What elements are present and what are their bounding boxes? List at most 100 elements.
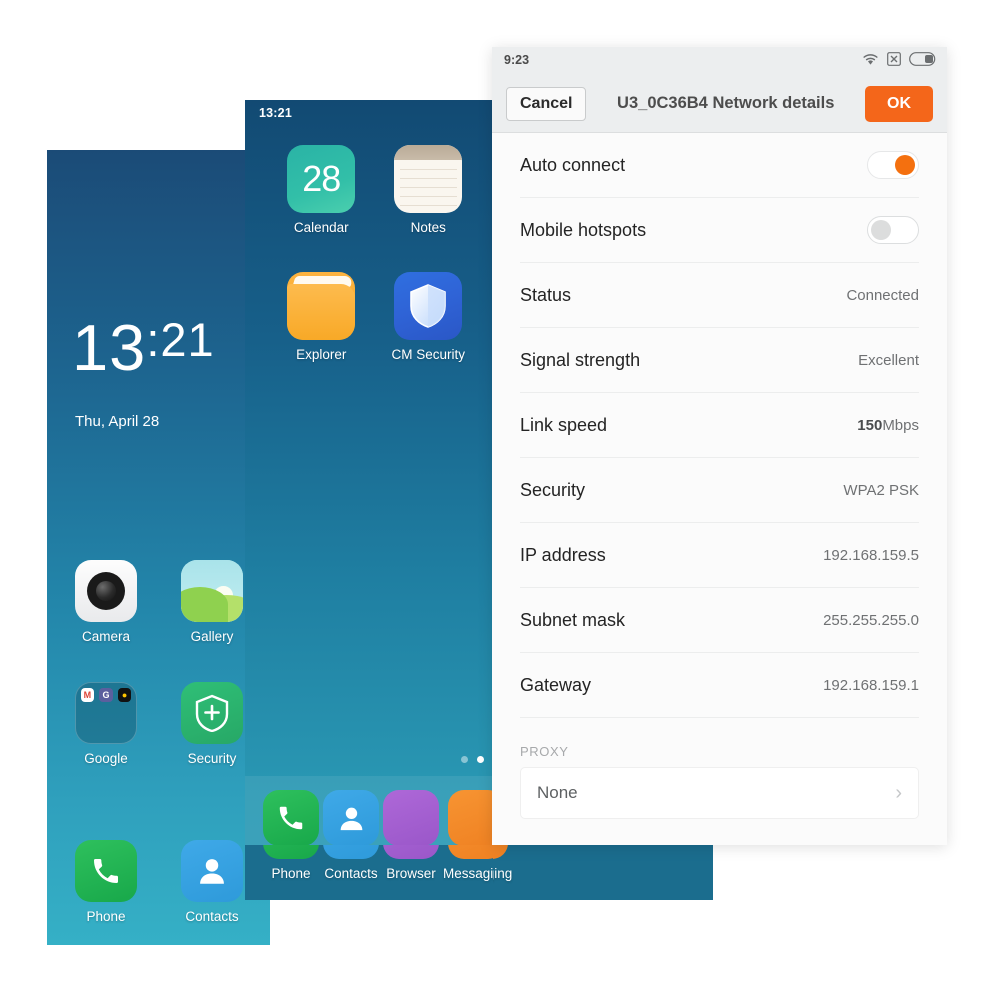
row-link-speed: Link speed 150Mbps [520, 393, 919, 458]
row-value: Connected [846, 286, 919, 304]
lockscreen-minutes: 21 [160, 313, 215, 366]
cancel-button[interactable]: Cancel [506, 86, 587, 121]
panel-titlebar: Cancel U3_0C36B4 Network details OK [492, 75, 947, 133]
row-value-number: 150 [857, 416, 883, 434]
dock-app-phone-overflow[interactable]: Phone [263, 845, 319, 881]
shield-plus-icon [181, 682, 243, 744]
app-label: Gallery [190, 629, 234, 644]
phone-handset-icon [263, 845, 319, 859]
row-value: 192.168.159.1 [823, 676, 919, 694]
shield-icon [394, 272, 463, 340]
lockscreen-clock: 13:21 [72, 315, 215, 380]
row-ip-address: IP address 192.168.159.5 [520, 523, 919, 588]
folder-icon [287, 272, 356, 340]
app-explorer[interactable]: Explorer [285, 272, 357, 362]
row-label: Subnet mask [520, 609, 626, 630]
network-details-list: Auto connect Mobile hotspots Status Conn… [492, 133, 947, 718]
app-label: Explorer [296, 347, 347, 362]
battery-icon [909, 52, 937, 71]
notes-icon [394, 145, 463, 213]
phone-handset-icon [263, 790, 319, 846]
app-notes[interactable]: Notes [391, 145, 465, 235]
chevron-right-icon: › [895, 782, 902, 804]
app-label: Security [187, 751, 237, 766]
phone-lockscreen: 13:21 Thu, April 28 Camera Gallery M G ●… [47, 150, 270, 945]
row-auto-connect[interactable]: Auto connect [520, 133, 919, 198]
row-value: WPA2 PSK [843, 481, 919, 499]
calendar-icon: 28 [287, 145, 356, 213]
app-gallery[interactable]: Gallery [169, 560, 255, 644]
row-label: Signal strength [520, 349, 641, 370]
app-label: Contacts [185, 909, 239, 924]
row-value: Excellent [858, 351, 919, 369]
row-label: Security [520, 479, 586, 500]
row-signal-strength: Signal strength Excellent [520, 328, 919, 393]
ok-button[interactable]: OK [865, 85, 933, 122]
row-label: Link speed [520, 414, 608, 435]
row-value: 150Mbps [857, 417, 919, 434]
no-signal-icon [887, 52, 901, 71]
gallery-icon [181, 560, 243, 622]
google-folder-icon: M G ● [75, 682, 137, 744]
calendar-day-number: 28 [302, 158, 341, 199]
screenshot-canvas: 13:21 Thu, April 28 Camera Gallery M G ●… [0, 0, 1000, 1000]
app-label: Calendar [293, 220, 349, 235]
app-label: Phone [271, 866, 311, 881]
app-camera[interactable]: Camera [63, 560, 149, 644]
person-icon [181, 840, 243, 902]
proxy-section-label: PROXY [520, 744, 569, 759]
app-google-folder[interactable]: M G ● Google [63, 682, 149, 766]
lockscreen-colon: : [146, 313, 161, 366]
gmail-icon: M [80, 688, 94, 702]
row-label: Auto connect [520, 154, 626, 175]
app-label: Camera [81, 629, 130, 644]
row-value-unit: Mbps [882, 416, 919, 434]
page-dot-1[interactable] [461, 756, 468, 763]
row-label: Status [520, 284, 572, 305]
app-label: Phone [86, 909, 126, 924]
panel-statusbar: 9:23 [492, 47, 947, 75]
statusbar-icons [862, 52, 937, 71]
page-indicator [461, 756, 484, 763]
app-label: Messaging [493, 866, 513, 881]
row-label: IP address [520, 544, 606, 565]
dock-strip-right-continuation: Phone Contacts Browser Messaging [493, 845, 713, 900]
row-mobile-hotspots[interactable]: Mobile hotspots [520, 198, 919, 263]
app-cm-security[interactable]: CM Security [391, 272, 465, 362]
mid-phone-app-grid: 28 Calendar Notes Explorer CM Security [285, 145, 465, 362]
page-title: U3_0C36B4 Network details [617, 94, 835, 112]
lockscreen-date: Thu, April 28 [75, 413, 160, 430]
dock-app-contacts-overflow[interactable]: Contacts [323, 845, 379, 881]
row-subnet-mask: Subnet mask 255.255.255.0 [520, 588, 919, 653]
row-label: Gateway [520, 674, 592, 695]
app-label: Browser [386, 866, 436, 881]
dock-app-messaging-right[interactable]: Messaging [493, 845, 512, 881]
person-icon [323, 790, 379, 846]
phone-homescreen: 13:21 28 Calendar Notes Explorer CM Secu… [245, 100, 493, 900]
row-value: 255.255.255.0 [823, 611, 919, 629]
row-gateway: Gateway 192.168.159.1 [520, 653, 919, 718]
statusbar-time: 13:21 [259, 106, 292, 120]
row-security: Security WPA2 PSK [520, 458, 919, 523]
row-value: 192.168.159.5 [823, 546, 919, 564]
app-calendar[interactable]: 28 Calendar [285, 145, 357, 235]
auto-connect-toggle[interactable] [867, 151, 919, 179]
row-status: Status Connected [520, 263, 919, 328]
app-security[interactable]: Security [169, 682, 255, 766]
mobile-hotspots-toggle[interactable] [867, 216, 919, 244]
app-label: Notes [410, 220, 446, 235]
dock-app-contacts[interactable]: Contacts [169, 840, 255, 924]
phone-handset-icon [75, 840, 137, 902]
lockscreen-hours: 13 [72, 311, 147, 384]
proxy-selector[interactable]: None › [520, 767, 919, 819]
page-dot-2[interactable] [477, 756, 484, 763]
network-details-panel: 9:23 Cancel U3_0C36B4 Network details OK… [492, 47, 947, 845]
dock-row-overflow: Phone Contacts Browser Messaging [263, 845, 508, 881]
google-icon: G [99, 688, 113, 702]
messaging-icon [447, 790, 493, 846]
dock-app-phone[interactable]: Phone [63, 840, 149, 924]
left-phone-app-grid: Camera Gallery M G ● Google Security [63, 560, 255, 766]
camera-icon [75, 560, 137, 622]
person-icon [323, 845, 379, 859]
dock-app-browser-overflow[interactable]: Browser [383, 845, 439, 881]
